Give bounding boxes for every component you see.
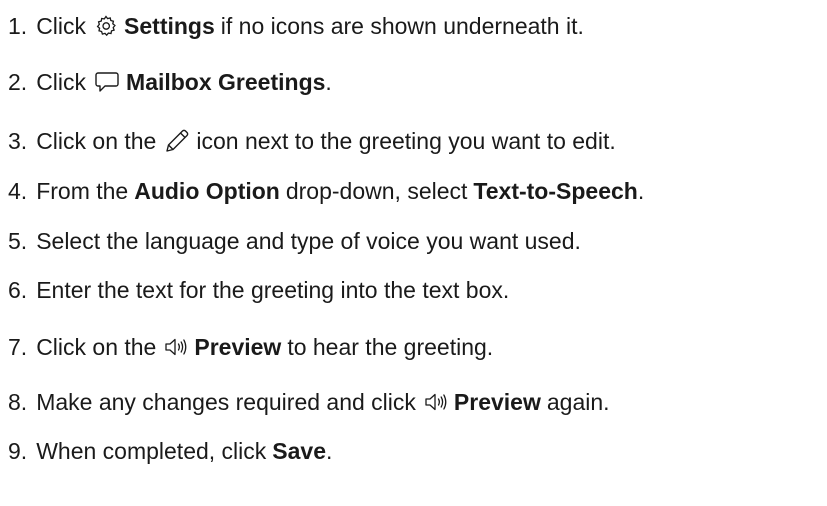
step-number: 4. (8, 178, 28, 204)
step-number: 1. (8, 13, 28, 39)
step-text: Make any changes required and click (36, 389, 416, 415)
step-text: . (637, 178, 645, 204)
step-number: 6. (8, 277, 28, 303)
step-5: 5. Select the language and type of voice… (8, 227, 581, 255)
step-text: to hear the greeting. (287, 334, 494, 360)
step-8: 8. Make any changes required and click P… (8, 388, 610, 416)
step-text: Enter the text for the greeting into the… (36, 277, 510, 303)
step-text: Click (36, 69, 87, 95)
step-number: 8. (8, 389, 28, 415)
step-2: 2. Click Mailbox Greetings . (8, 68, 332, 96)
step-number: 9. (8, 438, 28, 464)
step-text: When completed, click (36, 438, 267, 464)
step-4: 4. From the Audio Option drop-down, sele… (8, 177, 644, 205)
step-text: again. (546, 389, 610, 415)
step-text: . (325, 69, 332, 95)
step-bold-text: Preview (453, 389, 541, 415)
gear-icon (94, 14, 118, 38)
step-1: 1. Click Settings if no icons are shown … (8, 12, 584, 40)
pencil-icon (164, 128, 190, 154)
step-3: 3. Click on the icon next to the greetin… (8, 127, 616, 155)
step-number: 5. (8, 228, 28, 254)
step-bold-text: Text-to-Speech (473, 178, 638, 204)
step-number: 3. (8, 128, 28, 154)
step-bold-text: Save (272, 438, 326, 464)
speaker-icon (164, 336, 188, 358)
instruction-list: 1. Click Settings if no icons are shown … (0, 0, 827, 506)
step-number: 7. (8, 334, 28, 360)
step-text: if no icons are shown underneath it. (220, 13, 584, 39)
step-6: 6. Enter the text for the greeting into … (8, 276, 509, 304)
step-7: 7. Click on the Preview to hear the gree… (8, 333, 493, 361)
step-text: Click on the (36, 128, 157, 154)
step-text: Click (36, 13, 87, 39)
step-text: . (326, 438, 333, 464)
step-bold-text: Preview (194, 334, 282, 360)
step-bold-text: Settings (124, 13, 215, 39)
step-9: 9. When completed, click Save . (8, 437, 332, 465)
step-text: Select the language and type of voice yo… (36, 228, 581, 254)
step-text: From the (36, 178, 129, 204)
step-bold-text: Mailbox Greetings (126, 69, 326, 95)
step-text: drop-down, select (285, 178, 468, 204)
speech-bubble-icon (94, 69, 120, 95)
step-text: Click on the (36, 334, 157, 360)
step-number: 2. (8, 69, 28, 95)
speaker-icon (424, 391, 448, 413)
step-bold-text: Audio Option (134, 178, 280, 204)
step-text: icon next to the greeting you want to ed… (196, 128, 616, 154)
